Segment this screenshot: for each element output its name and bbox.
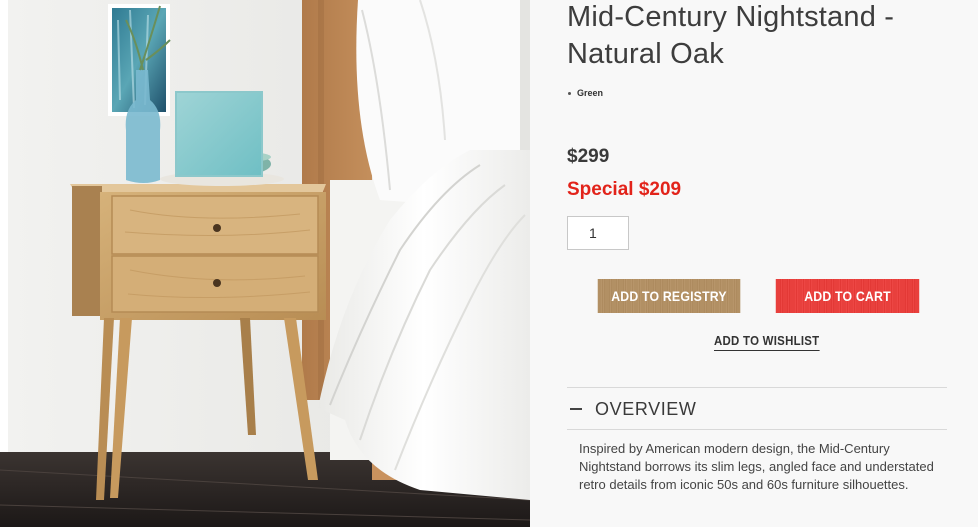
minus-icon <box>570 408 582 410</box>
nightstand-photo <box>0 0 530 527</box>
add-to-wishlist-link[interactable]: Add to Wishlist <box>714 333 820 351</box>
add-to-registry-button[interactable]: Add to Registry <box>597 279 741 313</box>
color-option-label: Green <box>577 88 604 98</box>
overview-toggle[interactable]: OVERVIEW <box>567 397 947 421</box>
regular-price: $299 <box>567 146 610 167</box>
color-option[interactable]: Green <box>567 87 603 99</box>
divider <box>567 429 947 430</box>
overview-heading: OVERVIEW <box>595 398 697 419</box>
divider <box>567 387 947 388</box>
overview-description: Inspired by American modern design, the … <box>579 441 934 492</box>
quantity-input[interactable] <box>567 216 629 250</box>
add-to-cart-button[interactable]: Add to Cart <box>775 279 920 313</box>
product-info-panel: Mid-Century Nightstand - Natural Oak Gre… <box>567 0 947 527</box>
product-title: Mid-Century Nightstand - Natural Oak <box>567 1 895 70</box>
bullet-icon <box>568 91 571 95</box>
product-image[interactable] <box>0 0 530 527</box>
special-price: Special $209 <box>567 179 682 200</box>
